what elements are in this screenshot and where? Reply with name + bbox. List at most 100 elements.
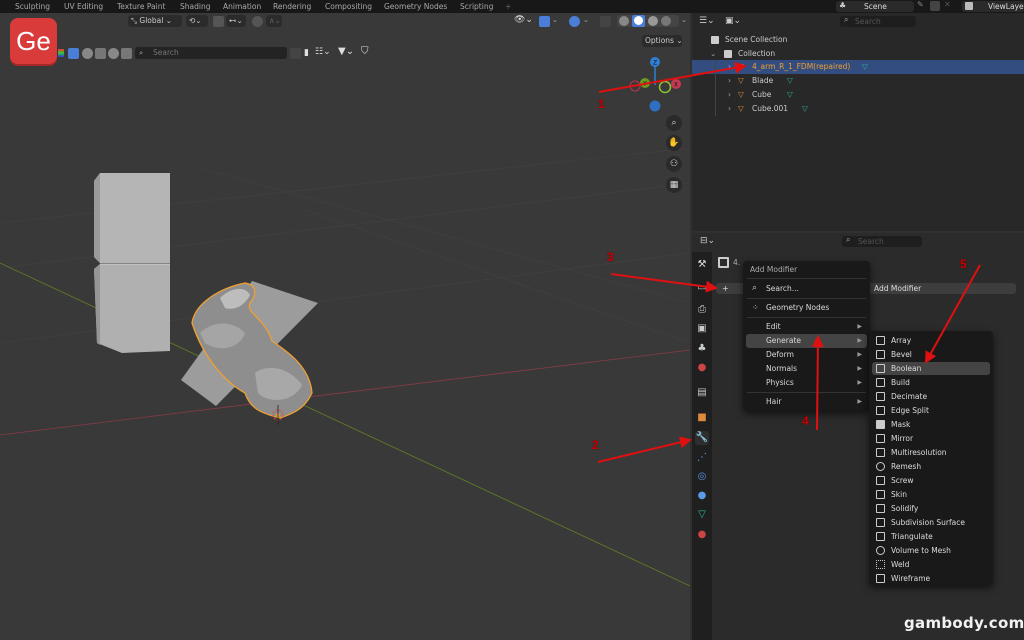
scene-tab-icon[interactable]: ♣ [695, 342, 709, 356]
submenu-item-remesh[interactable]: Remesh [872, 460, 990, 473]
tab-texture-paint[interactable]: Texture Paint [117, 1, 165, 12]
submenu-item-edge-split[interactable]: Edge Split [872, 404, 990, 417]
snap-toggle-icon[interactable] [213, 16, 224, 27]
chevron-right-icon[interactable]: › [728, 60, 731, 74]
modifier-wrench-tab-icon[interactable]: 🔧 [695, 431, 709, 445]
rendered-shading-icon[interactable] [661, 16, 671, 26]
shield-icon[interactable]: ⛉ [361, 46, 369, 57]
layout-dropdown-icon[interactable]: ☷⌄ [315, 47, 331, 57]
outliner-search-input[interactable]: ⌕ Search [840, 15, 916, 27]
object-tab-icon[interactable]: ■ [695, 411, 709, 425]
cube-object[interactable] [94, 173, 170, 263]
pan-hand-icon[interactable]: ✋ [666, 135, 682, 151]
submenu-item-weld[interactable]: Weld [872, 558, 990, 571]
submenu-item-build[interactable]: Build [872, 376, 990, 389]
chevron-down-icon[interactable]: ⌄ [552, 16, 558, 24]
submenu-item-wireframe[interactable]: Wireframe [872, 572, 990, 585]
particles-tab-icon[interactable]: ⋰ [695, 451, 709, 465]
falloff-dropdown[interactable]: ∧⌄ [266, 15, 282, 27]
camera-view-icon[interactable]: ⚇ [666, 156, 682, 172]
material-tab-icon[interactable]: ● [695, 528, 709, 542]
editor-type-dropdown[interactable]: ⊟⌄ [700, 236, 715, 246]
overlay-toggle-icon[interactable] [569, 16, 580, 27]
submenu-item-boolean[interactable]: Boolean [872, 362, 990, 375]
submenu-item-screw[interactable]: Screw [872, 474, 990, 487]
submenu-item-decimate[interactable]: Decimate [872, 390, 990, 403]
menu-item-geometry-nodes[interactable]: ⁘ Geometry Nodes [746, 301, 867, 315]
mesh-data-icon[interactable]: ▽ [787, 88, 793, 102]
add-workspace-button[interactable]: + [505, 1, 511, 12]
tab-geometry-nodes[interactable]: Geometry Nodes [384, 1, 447, 12]
filter-dropdown-icon[interactable] [290, 48, 301, 59]
xray-toggle-icon[interactable] [600, 16, 611, 27]
brush-icon[interactable] [121, 48, 132, 59]
outliner-item[interactable]: › ▽ Blade ▽ [692, 74, 1024, 88]
particles-icon[interactable] [95, 48, 106, 59]
properties-search-input[interactable]: ⌕ Search [842, 235, 922, 247]
view-layer-selector[interactable]: ViewLayer [962, 1, 1024, 12]
visibility-dropdown-icon[interactable]: 👁⌄ [514, 15, 533, 25]
zoom-view-icon[interactable]: ⌕ [666, 115, 682, 131]
tab-shading[interactable]: Shading [180, 1, 210, 12]
submenu-item-volume-to-mesh[interactable]: Volume to Mesh [872, 544, 990, 557]
submenu-item-triangulate[interactable]: Triangulate [872, 530, 990, 543]
tab-rendering[interactable]: Rendering [273, 1, 311, 12]
collection-row[interactable]: ⌄ Collection [692, 47, 1024, 61]
cube-001-object[interactable] [94, 263, 170, 353]
pivot-point-dropdown[interactable]: ⟲⌄ [186, 15, 208, 27]
chevron-down-icon[interactable]: ⌄ [710, 47, 716, 61]
menu-item-edit[interactable]: Edit ▶ [746, 320, 867, 334]
menu-item-hair[interactable]: Hair ▶ [746, 395, 867, 409]
data-tab-icon[interactable]: ▽ [695, 508, 709, 522]
physics-tab-icon[interactable]: ◎ [695, 470, 709, 484]
world-icon[interactable] [108, 48, 119, 59]
outliner-item[interactable]: › ▽ 4_arm_R_1_FDM(repaired) ▽ [692, 60, 1024, 74]
new-scene-icon[interactable] [930, 1, 940, 11]
submenu-item-mirror[interactable]: Mirror [872, 432, 990, 445]
wireframe-shading-icon[interactable] [619, 16, 629, 26]
filter-icon[interactable]: ▼⌄ [338, 46, 354, 57]
tab-scripting[interactable]: Scripting [460, 1, 493, 12]
chevron-down-icon[interactable]: ⌄ [583, 16, 589, 24]
mesh-data-icon[interactable]: ▽ [802, 102, 808, 116]
transform-orientation-dropdown[interactable]: ⤡ Global ⌄ [128, 15, 182, 27]
submenu-item-subdivision-surface[interactable]: Subdivision Surface [872, 516, 990, 529]
submenu-item-multiresolution[interactable]: Multiresolution [872, 446, 990, 459]
output-tab-icon[interactable]: ⎙ [695, 303, 709, 317]
select-box-icon[interactable] [68, 48, 79, 59]
3d-viewport[interactable]: Z Y X ⌕ ✋ ⚇ ▦ [0, 13, 690, 640]
menu-item-physics[interactable]: Physics ▶ [746, 376, 867, 390]
proportional-edit-icon[interactable] [252, 16, 263, 27]
constraints-tab-icon[interactable]: ● [695, 489, 709, 503]
material-shading-icon[interactable] [648, 16, 658, 26]
outliner-item[interactable]: › ▽ Cube ▽ [692, 88, 1024, 102]
submenu-item-skin[interactable]: Skin [872, 488, 990, 501]
view-layer-tab-icon[interactable]: ▣ [695, 322, 709, 336]
tab-compositing[interactable]: Compositing [325, 1, 372, 12]
options-dropdown[interactable]: Options ⌄ [642, 35, 683, 47]
tab-uv-editing[interactable]: UV Editing [64, 1, 103, 12]
submenu-item-mask[interactable]: Mask [872, 418, 990, 431]
submenu-item-array[interactable]: Array [872, 334, 990, 347]
shading-icon[interactable] [82, 48, 93, 59]
mesh-data-icon[interactable]: ▽ [862, 60, 868, 74]
menu-item-normals[interactable]: Normals ▶ [746, 362, 867, 376]
outliner-item[interactable]: › ▽ Cube.001 ▽ [692, 102, 1024, 116]
mesh-data-icon[interactable]: ▽ [787, 74, 793, 88]
snap-target-dropdown[interactable]: ⊷⌄ [226, 15, 246, 27]
scene-collection-row[interactable]: Scene Collection [692, 33, 1024, 47]
chevron-right-icon[interactable]: › [728, 102, 731, 116]
collection-tab-icon[interactable]: ▤ [695, 386, 709, 400]
tool-tab-icon[interactable]: ⚒ [695, 258, 709, 272]
tab-sculpting[interactable]: Sculpting [15, 1, 50, 12]
render-tab-icon[interactable]: ▭ [695, 281, 709, 295]
submenu-item-solidify[interactable]: Solidify [872, 502, 990, 515]
viewport-search-input[interactable]: ⌕ Search [135, 47, 287, 59]
delete-scene-icon[interactable]: ✕ [944, 0, 951, 9]
gizmo-toggle-icon[interactable] [539, 16, 550, 27]
bookmark-icon[interactable]: ▮ [304, 48, 309, 58]
scene-selector[interactable]: ♣ Scene [836, 1, 914, 12]
chevron-down-icon[interactable]: ⌄ [681, 16, 687, 24]
perspective-grid-icon[interactable]: ▦ [666, 177, 682, 193]
object-name-field[interactable]: 4. [733, 258, 740, 267]
